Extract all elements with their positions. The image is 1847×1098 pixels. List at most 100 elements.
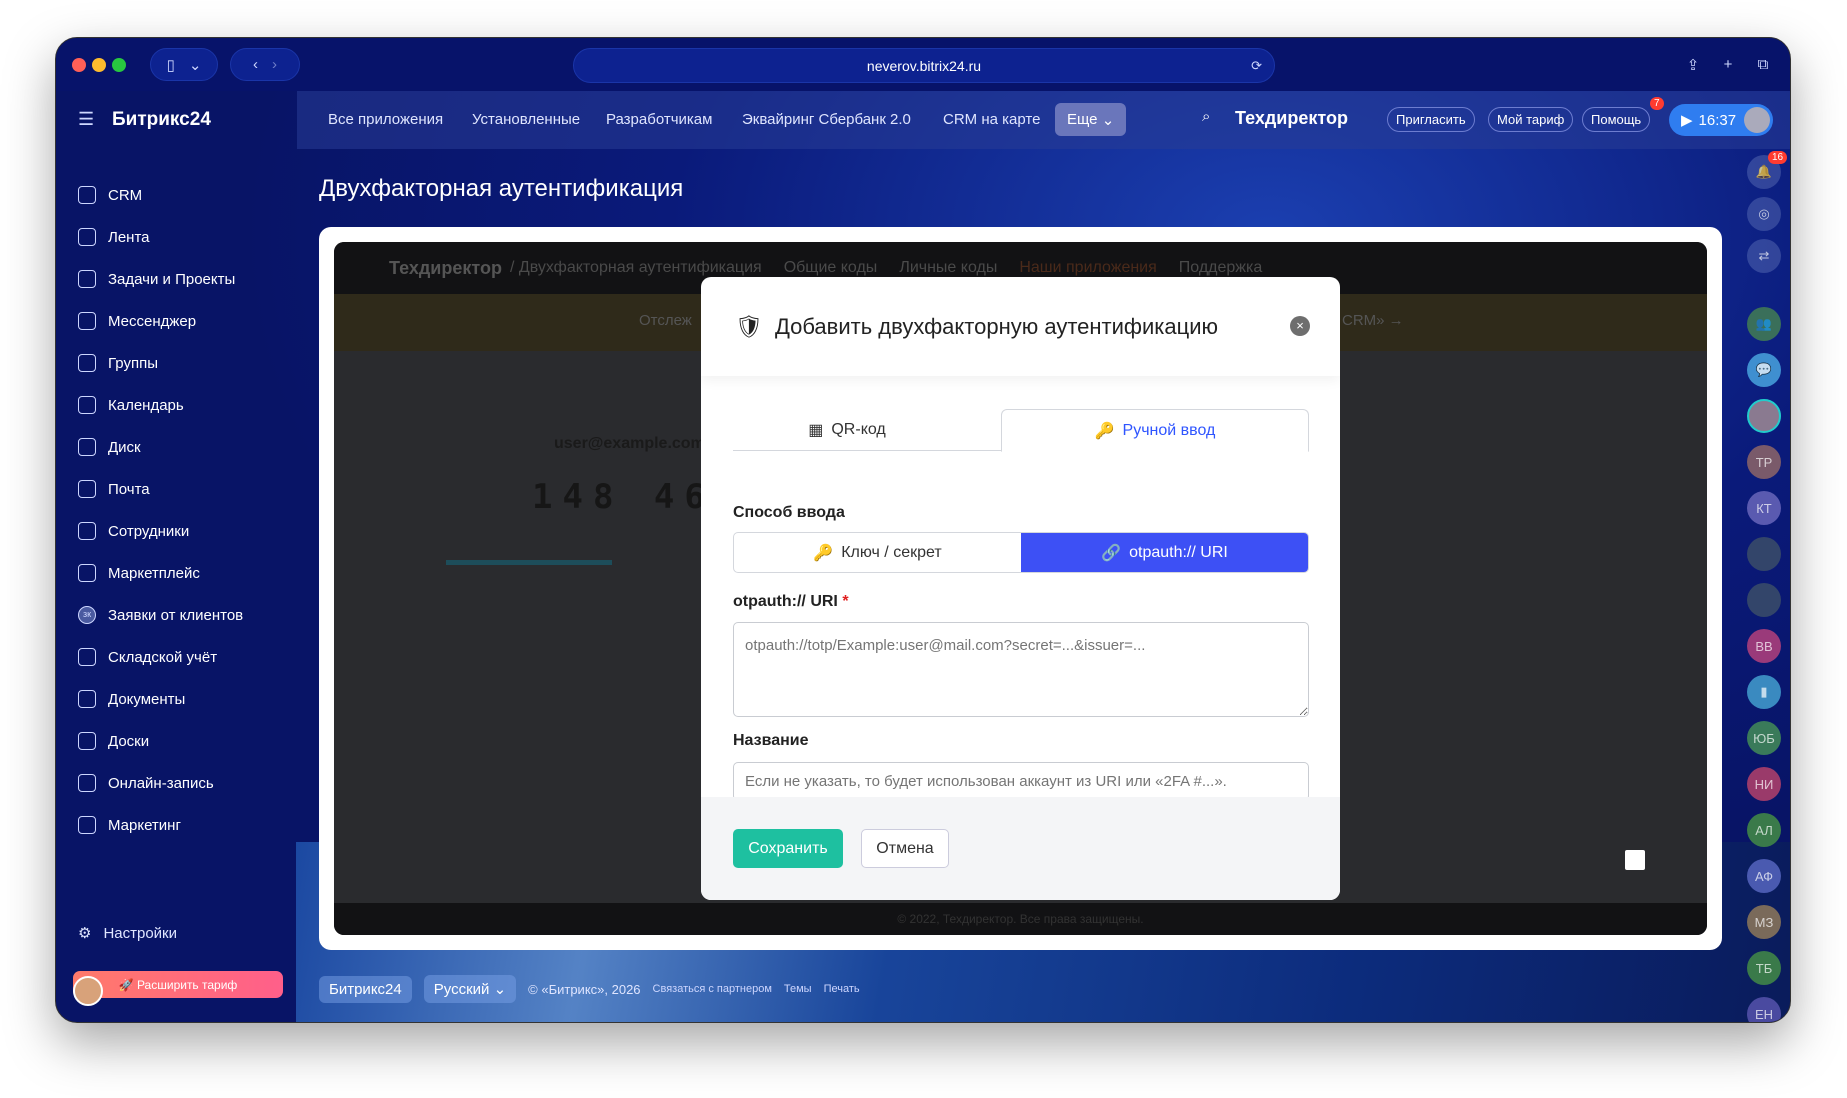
sidebar-item[interactable]: Группы bbox=[56, 342, 297, 384]
tab-developers[interactable]: Разработчикам bbox=[606, 111, 712, 128]
group-chat-icon[interactable]: 👥 bbox=[1747, 307, 1781, 341]
tab-all-apps[interactable]: Все приложения bbox=[328, 111, 443, 128]
method-toggle: 🔑 Ключ / секрет 🔗 otpauth:// URI bbox=[733, 532, 1309, 573]
sidebar-item[interactable]: Складской учёт bbox=[56, 636, 297, 678]
feed-icon bbox=[78, 228, 96, 246]
sidebar-item-label: Лента bbox=[108, 228, 150, 246]
maximize-window-button[interactable] bbox=[112, 58, 126, 72]
contact-avatar[interactable] bbox=[1747, 399, 1781, 433]
search-icon[interactable]: ⌕ bbox=[1202, 108, 1210, 125]
sidebar-item[interactable]: CRM bbox=[56, 174, 297, 216]
contact-avatar[interactable]: МЗ bbox=[1747, 905, 1781, 939]
messenger-icon bbox=[78, 312, 96, 330]
sidebar-toggle-button[interactable]: ▯ ⌄ bbox=[150, 48, 218, 81]
user-avatar[interactable] bbox=[73, 976, 103, 1006]
sidebar-item[interactable]: Лента bbox=[56, 216, 297, 258]
share-icon[interactable]: ⇪ bbox=[1676, 48, 1710, 81]
contact-avatar[interactable]: АФ bbox=[1747, 859, 1781, 893]
app-nav-support[interactable]: Поддержка bbox=[1179, 259, 1262, 277]
contact-avatar[interactable]: ТБ bbox=[1747, 951, 1781, 985]
sidebar-item[interactable]: Сотрудники bbox=[56, 510, 297, 552]
close-icon[interactable]: × bbox=[1290, 316, 1310, 336]
sidebar-item[interactable]: Доски bbox=[56, 720, 297, 762]
worktime-button[interactable]: ▶ 16:37 bbox=[1669, 104, 1773, 136]
themes-link[interactable]: Темы bbox=[784, 983, 812, 995]
print-link[interactable]: Печать bbox=[824, 983, 860, 995]
address-bar[interactable]: neverov.bitrix24.ru ⟳ bbox=[573, 48, 1275, 83]
sidebar-item[interactable]: Онлайн-запись bbox=[56, 762, 297, 804]
sidebar-item-label: Группы bbox=[108, 354, 158, 372]
sidebar-item[interactable]: Почта bbox=[56, 468, 297, 510]
uri-input[interactable] bbox=[733, 622, 1309, 717]
language-select[interactable]: Русский ⌄ bbox=[423, 975, 517, 1003]
logo[interactable]: Битрикс24 bbox=[112, 109, 211, 131]
contact-avatar[interactable]: ЮБ bbox=[1747, 721, 1781, 755]
sidebar-item[interactable]: Календарь bbox=[56, 384, 297, 426]
tab-installed[interactable]: Установленные bbox=[472, 111, 580, 128]
banner-link[interactable]: CRM» → bbox=[1342, 312, 1404, 329]
sidebar-item[interactable]: Документы bbox=[56, 678, 297, 720]
sidebar-item[interactable]: Диск bbox=[56, 426, 297, 468]
save-button[interactable]: Сохранить bbox=[733, 829, 843, 868]
sidebar-item-settings[interactable]: ⚙ Настройки bbox=[78, 924, 177, 943]
sidebar-item-label: Доски bbox=[108, 732, 150, 750]
copilot-icon[interactable]: ◎ bbox=[1747, 197, 1781, 231]
partner-link[interactable]: Связаться с партнером bbox=[653, 983, 772, 995]
method-uri-button[interactable]: 🔗 otpauth:// URI bbox=[1021, 533, 1308, 572]
tab-sberbank[interactable]: Эквайринг Сбербанк 2.0 bbox=[742, 111, 911, 128]
footer-logo[interactable]: Битрикс24 bbox=[319, 975, 412, 1003]
contact-avatar[interactable]: ТР bbox=[1747, 445, 1781, 479]
app-nav-our-apps[interactable]: Наши приложения bbox=[1019, 259, 1156, 277]
menu-icon[interactable]: ☰ bbox=[78, 109, 94, 130]
cancel-button[interactable]: Отмена bbox=[861, 829, 949, 868]
tabs-overview-icon[interactable]: ⧉ bbox=[1746, 48, 1780, 81]
tab-manual[interactable]: 🔑 Ручной ввод bbox=[1001, 409, 1309, 452]
app-nav-common[interactable]: Общие коды bbox=[784, 259, 878, 277]
contact-avatar[interactable] bbox=[1747, 583, 1781, 617]
uri-label: otpauth:// URI * bbox=[733, 593, 849, 611]
minimize-window-button[interactable] bbox=[92, 58, 106, 72]
contact-avatar[interactable]: НИ bbox=[1747, 767, 1781, 801]
method-key-button[interactable]: 🔑 Ключ / секрет bbox=[734, 533, 1021, 572]
sidebar-item[interactable]: Маркетинг bbox=[56, 804, 297, 846]
back-icon[interactable]: ‹ bbox=[253, 56, 258, 73]
sidebar-item[interactable]: зк Заявки от клиентов bbox=[56, 594, 297, 636]
sidebar-item[interactable]: Задачи и Проекты bbox=[56, 258, 297, 300]
groups-icon bbox=[78, 354, 96, 372]
contact-avatar[interactable] bbox=[1747, 537, 1781, 571]
profile-avatar[interactable] bbox=[1744, 107, 1770, 133]
chat-icon[interactable]: ⇄ bbox=[1747, 239, 1781, 273]
name-input[interactable] bbox=[733, 762, 1309, 801]
crm-icon bbox=[78, 186, 96, 204]
messages-icon[interactable]: 💬 bbox=[1747, 353, 1781, 387]
sidebar-item[interactable]: Маркетплейс bbox=[56, 552, 297, 594]
app-brand[interactable]: Техдиректор bbox=[389, 258, 502, 279]
contact-avatar[interactable]: ЕН bbox=[1747, 997, 1781, 1022]
play-icon: ▶ bbox=[1681, 112, 1693, 129]
qr-icon: ▦ bbox=[808, 422, 824, 439]
tab-crm-map[interactable]: CRM на карте bbox=[943, 111, 1040, 128]
help-button[interactable]: Помощь bbox=[1582, 107, 1651, 132]
bookmark-icon[interactable]: ▮ bbox=[1747, 675, 1781, 709]
my-plan-button[interactable]: Мой тариф bbox=[1488, 107, 1574, 132]
app-nav-personal[interactable]: Личные коды bbox=[899, 259, 997, 277]
method-uri-label: otpauth:// URI bbox=[1129, 543, 1228, 561]
tab-qr[interactable]: ▦ QR-код bbox=[733, 409, 961, 451]
upgrade-button[interactable]: 🚀 Расширить тариф bbox=[73, 971, 283, 998]
sidebar-item[interactable]: Мессенджер bbox=[56, 300, 297, 342]
new-tab-icon[interactable]: + bbox=[1711, 48, 1745, 81]
notifications-badge: 16 bbox=[1768, 151, 1788, 164]
sidebar-item-label: Задачи и Проекты bbox=[108, 270, 236, 288]
invite-button[interactable]: Пригласить bbox=[1387, 107, 1475, 132]
contact-avatar[interactable]: КТ bbox=[1747, 491, 1781, 525]
forward-icon[interactable]: › bbox=[272, 56, 277, 73]
contact-avatar[interactable]: ВВ bbox=[1747, 629, 1781, 663]
close-window-button[interactable] bbox=[72, 58, 86, 72]
reload-icon[interactable]: ⟳ bbox=[1251, 58, 1262, 74]
disk-icon bbox=[78, 438, 96, 456]
tasks-icon bbox=[78, 270, 96, 288]
contact-avatar[interactable]: АЛ bbox=[1747, 813, 1781, 847]
more-button[interactable]: Еще ⌄ bbox=[1055, 103, 1127, 136]
company-name[interactable]: Техдиректор bbox=[1235, 108, 1348, 129]
document-icon[interactable] bbox=[1625, 850, 1645, 870]
